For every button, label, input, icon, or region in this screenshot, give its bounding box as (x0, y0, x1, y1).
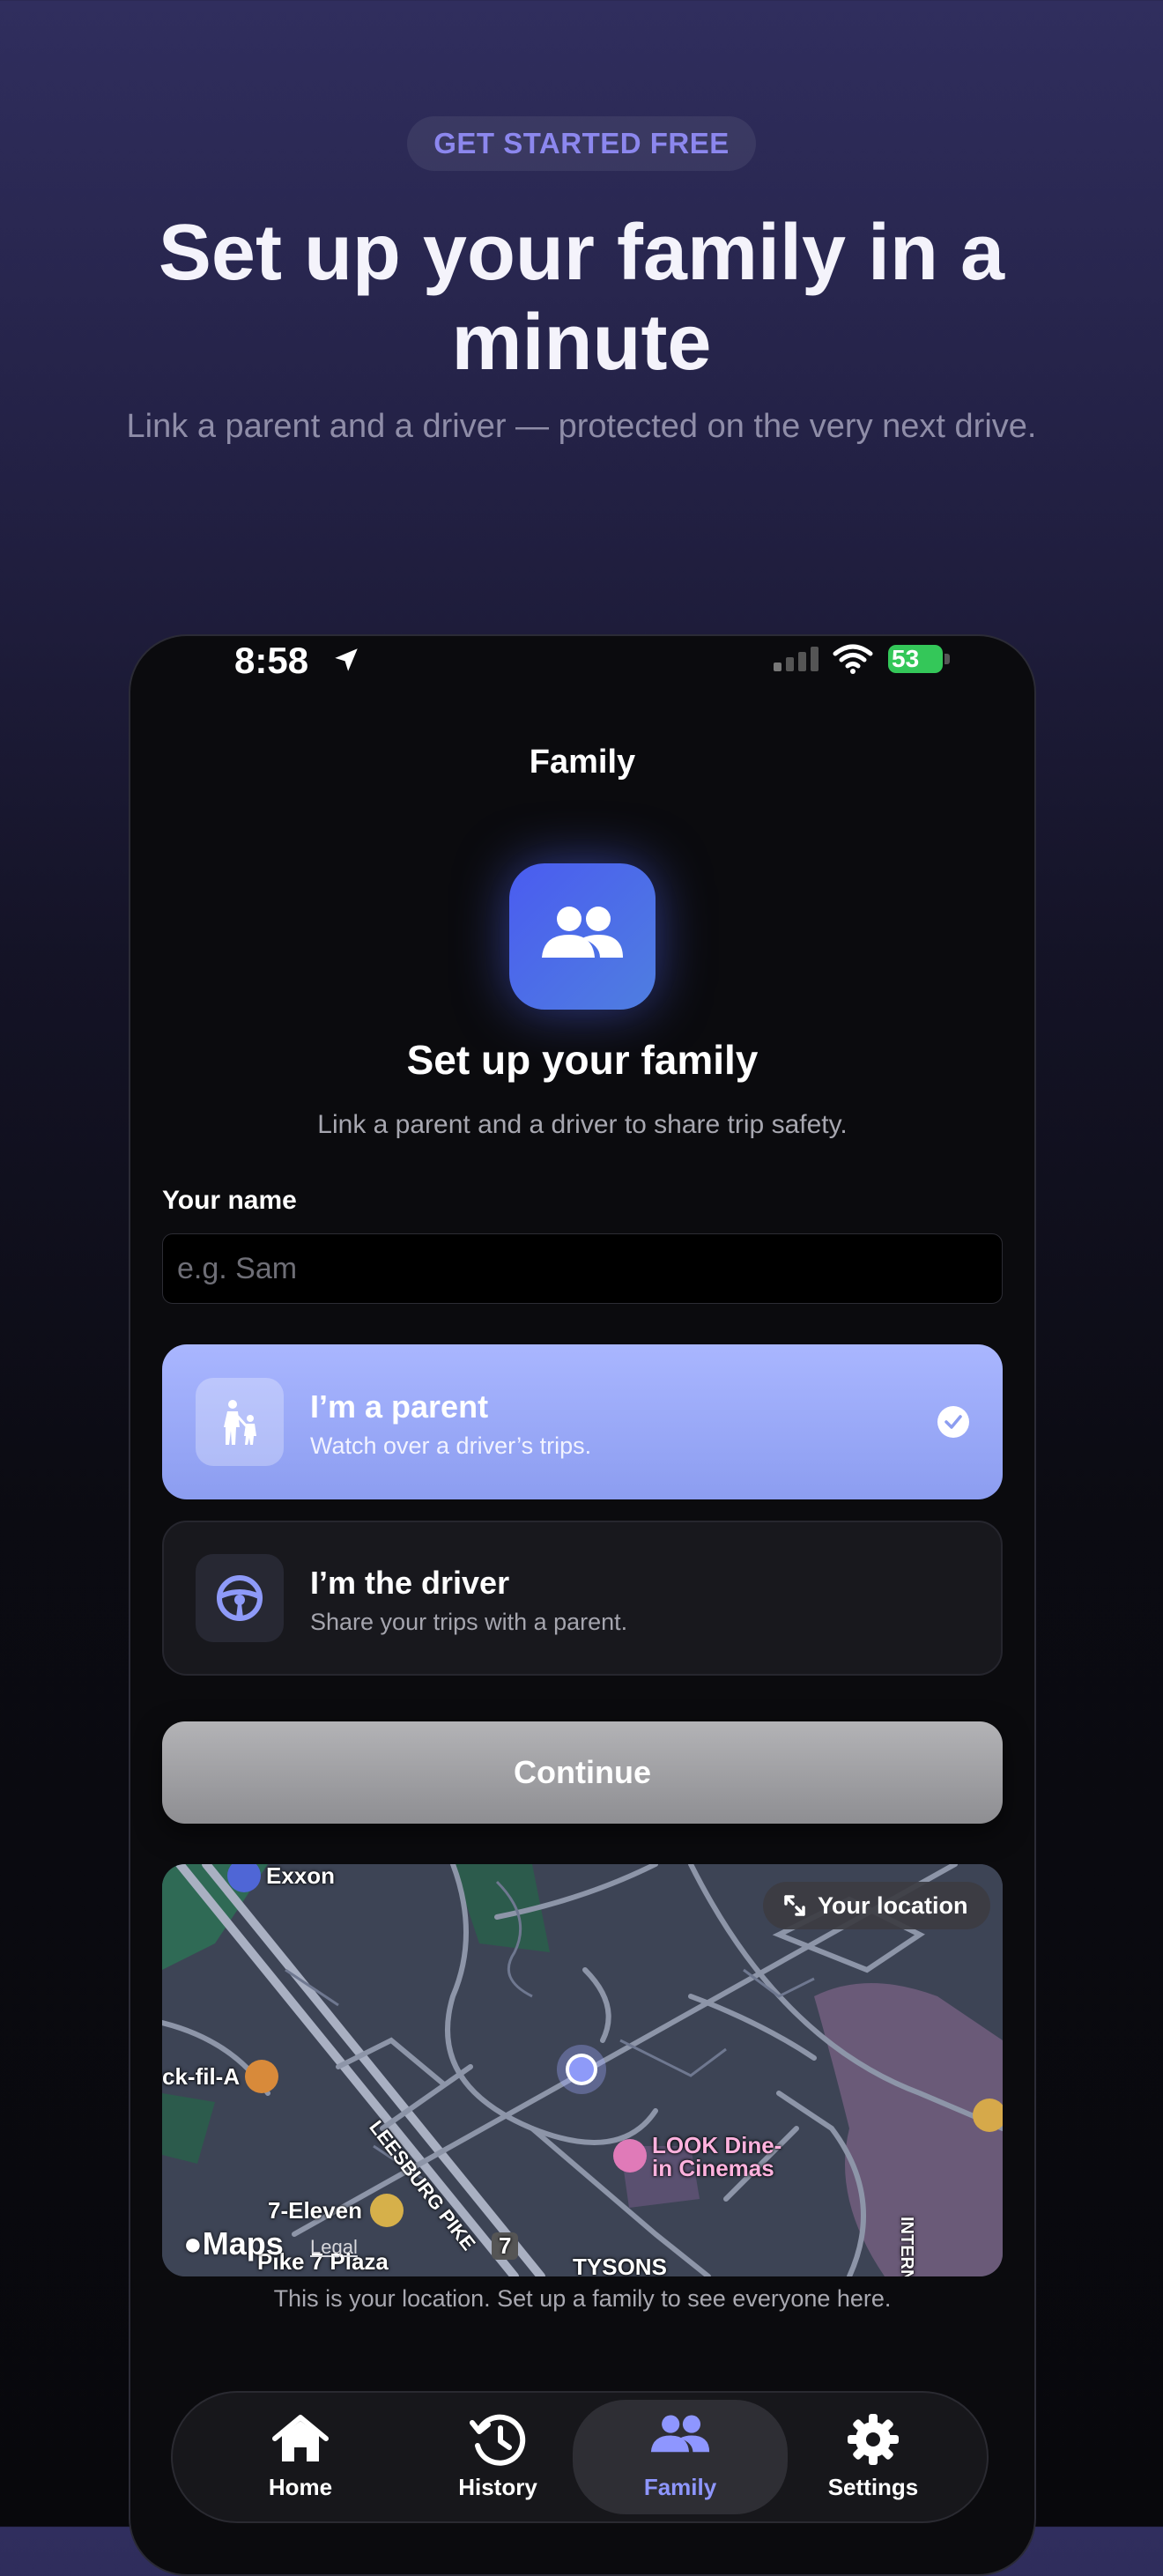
map-label-look-2: in Cinemas (652, 2155, 774, 2181)
status-bar: 8:58 53 (130, 636, 1034, 685)
expand-icon (784, 1895, 805, 1916)
route-shield: 7 (492, 2232, 519, 2260)
store-icon (370, 2194, 404, 2227)
gear-icon (848, 2414, 899, 2465)
tab-history-label: History (458, 2474, 537, 2500)
checkmark-icon (937, 1406, 969, 1438)
tab-bar: Home History Family Settings (171, 2391, 989, 2523)
setup-subtitle: Link a parent and a driver to share trip… (317, 1110, 848, 1139)
tab-settings[interactable]: Settings (772, 2400, 974, 2514)
tab-settings-label: Settings (827, 2474, 919, 2500)
shop-icon (973, 2099, 1003, 2132)
role-parent-title: I’m a parent (310, 1388, 489, 1425)
map-view[interactable]: Your location Exxon ck-fil-A LEESBURG PI… (162, 1864, 1003, 2276)
cellular-signal-icon (772, 645, 821, 677)
role-driver-description: Share your trips with a parent. (310, 1609, 628, 1635)
setup-title: Set up your family (406, 1037, 759, 1083)
family-people-icon (509, 863, 656, 1010)
cinema-icon (613, 2139, 647, 2173)
tab-home-label: Home (268, 2474, 333, 2500)
your-location-label: Your location (818, 1892, 968, 1919)
restaurant-icon (245, 2060, 278, 2093)
steering-wheel-icon (196, 1554, 284, 1642)
map-label-tysons: TYSONS (573, 2254, 667, 2276)
nav-title: Family (529, 744, 636, 781)
tab-family[interactable]: Family (573, 2400, 788, 2514)
battery-level: 53 (888, 645, 943, 673)
your-location-button[interactable]: Your location (763, 1882, 990, 1929)
parent-child-icon (196, 1378, 284, 1466)
family-people-icon (650, 2415, 710, 2453)
map-label-internat: INTERNAT (897, 2217, 916, 2276)
map-caption: This is your location. Set up a family t… (273, 2285, 892, 2312)
name-input[interactable] (162, 1233, 1003, 1304)
map-label-chick: ck-fil-A (162, 2063, 241, 2090)
legal-link[interactable]: Legal (310, 2236, 358, 2259)
map-label-exxon: Exxon (266, 1864, 336, 1889)
history-clock-icon (470, 2414, 526, 2466)
get-started-badge: GET STARTED FREE (407, 116, 756, 171)
role-parent-description: Watch over a driver’s trips. (310, 1432, 592, 1459)
status-time: 8:58 (234, 640, 309, 681)
hero-subtitle: Link a parent and a driver — protected o… (126, 408, 1037, 445)
role-card-driver[interactable]: I’m the driver Share your trips with a p… (162, 1521, 1003, 1676)
tab-family-label: Family (643, 2474, 717, 2500)
role-driver-title: I’m the driver (310, 1565, 510, 1601)
tab-history[interactable]: History (396, 2400, 599, 2514)
maps-logo-text: Maps (202, 2225, 284, 2261)
apple-maps-logo: ●Maps (183, 2225, 284, 2262)
tab-home[interactable]: Home (199, 2400, 402, 2514)
hero-title: Set up your family in a minute (158, 209, 1005, 387)
home-icon (272, 2415, 329, 2461)
wifi-icon (832, 643, 874, 679)
continue-button[interactable]: Continue (162, 1721, 1003, 1824)
apple-logo-icon: ● (183, 2225, 203, 2261)
role-card-parent[interactable]: I’m a parent Watch over a driver’s trips… (162, 1344, 1003, 1499)
phone-frame: 8:58 53 Family Set up your family Link a… (129, 634, 1036, 2576)
name-label: Your name (162, 1186, 297, 1215)
battery-charging-icon (944, 654, 950, 664)
location-arrow-icon (331, 645, 361, 679)
map-label-7-eleven: 7-Eleven (268, 2197, 362, 2224)
